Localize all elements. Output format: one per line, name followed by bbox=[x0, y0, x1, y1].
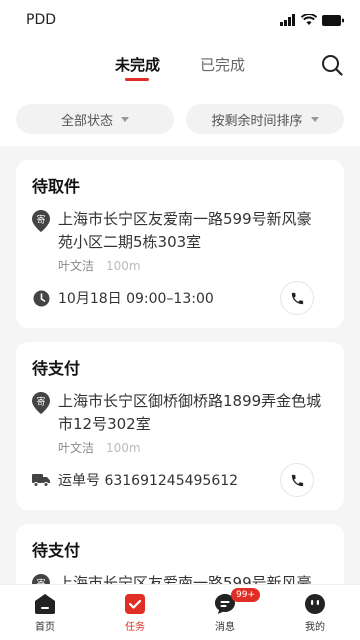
nav-profile[interactable]: 我的 bbox=[270, 585, 360, 640]
address-text: 上海市长宁区御桥御桥路1899弄金色城 市12号302室 bbox=[58, 390, 321, 436]
search-button[interactable] bbox=[320, 53, 344, 77]
phone-icon bbox=[291, 474, 303, 486]
nav-home-label: 首页 bbox=[35, 621, 55, 633]
distance: 100m bbox=[106, 441, 141, 455]
status-icons bbox=[280, 14, 344, 26]
caret-down-icon bbox=[121, 116, 129, 122]
truck-icon bbox=[32, 473, 50, 487]
order-card[interactable]: 待取件 寄 上海市长宁区友爱南一路599号新风豪 苑小区二期5栋303室 叶文洁… bbox=[16, 160, 344, 328]
nav-message-label: 消息 bbox=[215, 621, 235, 633]
contact-name: 叶文洁 bbox=[58, 441, 95, 455]
caret-down-icon bbox=[310, 116, 319, 122]
nav-home[interactable]: 首页 bbox=[0, 585, 90, 640]
call-button[interactable] bbox=[280, 281, 314, 315]
order-status-title: 待取件 bbox=[32, 177, 81, 196]
sort-label: 按剩余时间排序 bbox=[211, 113, 303, 129]
pickup-time-row: 10月18日 09:00–13:00 bbox=[32, 280, 328, 316]
order-status-title: 待支付 bbox=[32, 359, 81, 378]
contact-row: 叶文洁 100m bbox=[58, 257, 328, 274]
tab-bar: 未完成 已完成 bbox=[0, 40, 360, 90]
status-filter-dropdown[interactable]: 全部状态 bbox=[16, 104, 174, 134]
location-pin-icon: 寄 bbox=[32, 390, 50, 436]
address-line-2: 苑小区二期5栋303室 bbox=[58, 233, 202, 251]
tab-incomplete[interactable]: 未完成 bbox=[95, 40, 180, 90]
sort-dropdown[interactable]: 按剩余时间排序 bbox=[186, 104, 344, 134]
tab-completed[interactable]: 已完成 bbox=[180, 40, 265, 90]
order-card[interactable]: 待支付 寄 上海市长宁区御桥御桥路1899弄金色城 市12号302室 叶文洁 10… bbox=[16, 342, 344, 510]
tracking-row: 运单号 631691245495612 bbox=[32, 462, 328, 498]
pin-label: 寄 bbox=[36, 396, 45, 408]
pin-label: 寄 bbox=[36, 214, 45, 226]
clock-icon bbox=[32, 290, 50, 307]
phone-icon bbox=[291, 292, 303, 304]
wifi-icon bbox=[301, 14, 317, 25]
contact-name: 叶文洁 bbox=[58, 259, 95, 273]
task-icon bbox=[125, 593, 145, 614]
tab-incomplete-label: 未完成 bbox=[114, 56, 160, 74]
tab-completed-label: 已完成 bbox=[200, 56, 246, 74]
carrier-label: PDD bbox=[26, 12, 57, 28]
address-line-2: 市12号302室 bbox=[58, 415, 151, 433]
status-filter-label: 全部状态 bbox=[60, 113, 113, 129]
pickup-time: 10月18日 09:00–13:00 bbox=[58, 291, 214, 307]
order-list: 待取件 寄 上海市长宁区友爱南一路599号新风豪 苑小区二期5栋303室 叶文洁… bbox=[0, 146, 360, 640]
nav-task[interactable]: 任务 bbox=[90, 585, 180, 640]
nav-profile-label: 我的 bbox=[305, 621, 325, 633]
address-row: 寄 上海市长宁区御桥御桥路1899弄金色城 市12号302室 bbox=[32, 390, 328, 436]
bottom-nav: 首页 任务 99+ 消息 我的 bbox=[0, 584, 360, 640]
tracking-number: 运单号 631691245495612 bbox=[58, 473, 239, 489]
profile-icon bbox=[305, 593, 325, 614]
active-tab-indicator bbox=[125, 78, 150, 81]
address-row: 寄 上海市长宁区友爱南一路599号新风豪 苑小区二期5栋303室 bbox=[32, 208, 328, 254]
signal-icon bbox=[280, 14, 295, 26]
call-button[interactable] bbox=[280, 463, 314, 497]
order-status-title: 待支付 bbox=[32, 541, 81, 560]
home-icon bbox=[35, 593, 55, 614]
location-pin-icon: 寄 bbox=[32, 208, 50, 254]
nav-task-label: 任务 bbox=[125, 621, 145, 633]
nav-message[interactable]: 99+ 消息 bbox=[180, 585, 270, 640]
address-line-1: 上海市长宁区友爱南一路599号新风豪 bbox=[58, 210, 312, 228]
battery-icon bbox=[322, 14, 344, 26]
address-line-1: 上海市长宁区御桥御桥路1899弄金色城 bbox=[58, 392, 322, 410]
address-text: 上海市长宁区友爱南一路599号新风豪 苑小区二期5栋303室 bbox=[58, 208, 312, 254]
search-icon bbox=[322, 55, 343, 76]
status-bar: PDD bbox=[0, 0, 360, 40]
filter-row: 全部状态 按剩余时间排序 bbox=[0, 90, 360, 134]
distance: 100m bbox=[106, 259, 141, 273]
unread-badge: 99+ bbox=[231, 588, 260, 602]
contact-row: 叶文洁 100m bbox=[58, 439, 328, 456]
header-area: PDD 未完成 已完成 全部状态 按剩余时间排序 bbox=[0, 0, 360, 146]
